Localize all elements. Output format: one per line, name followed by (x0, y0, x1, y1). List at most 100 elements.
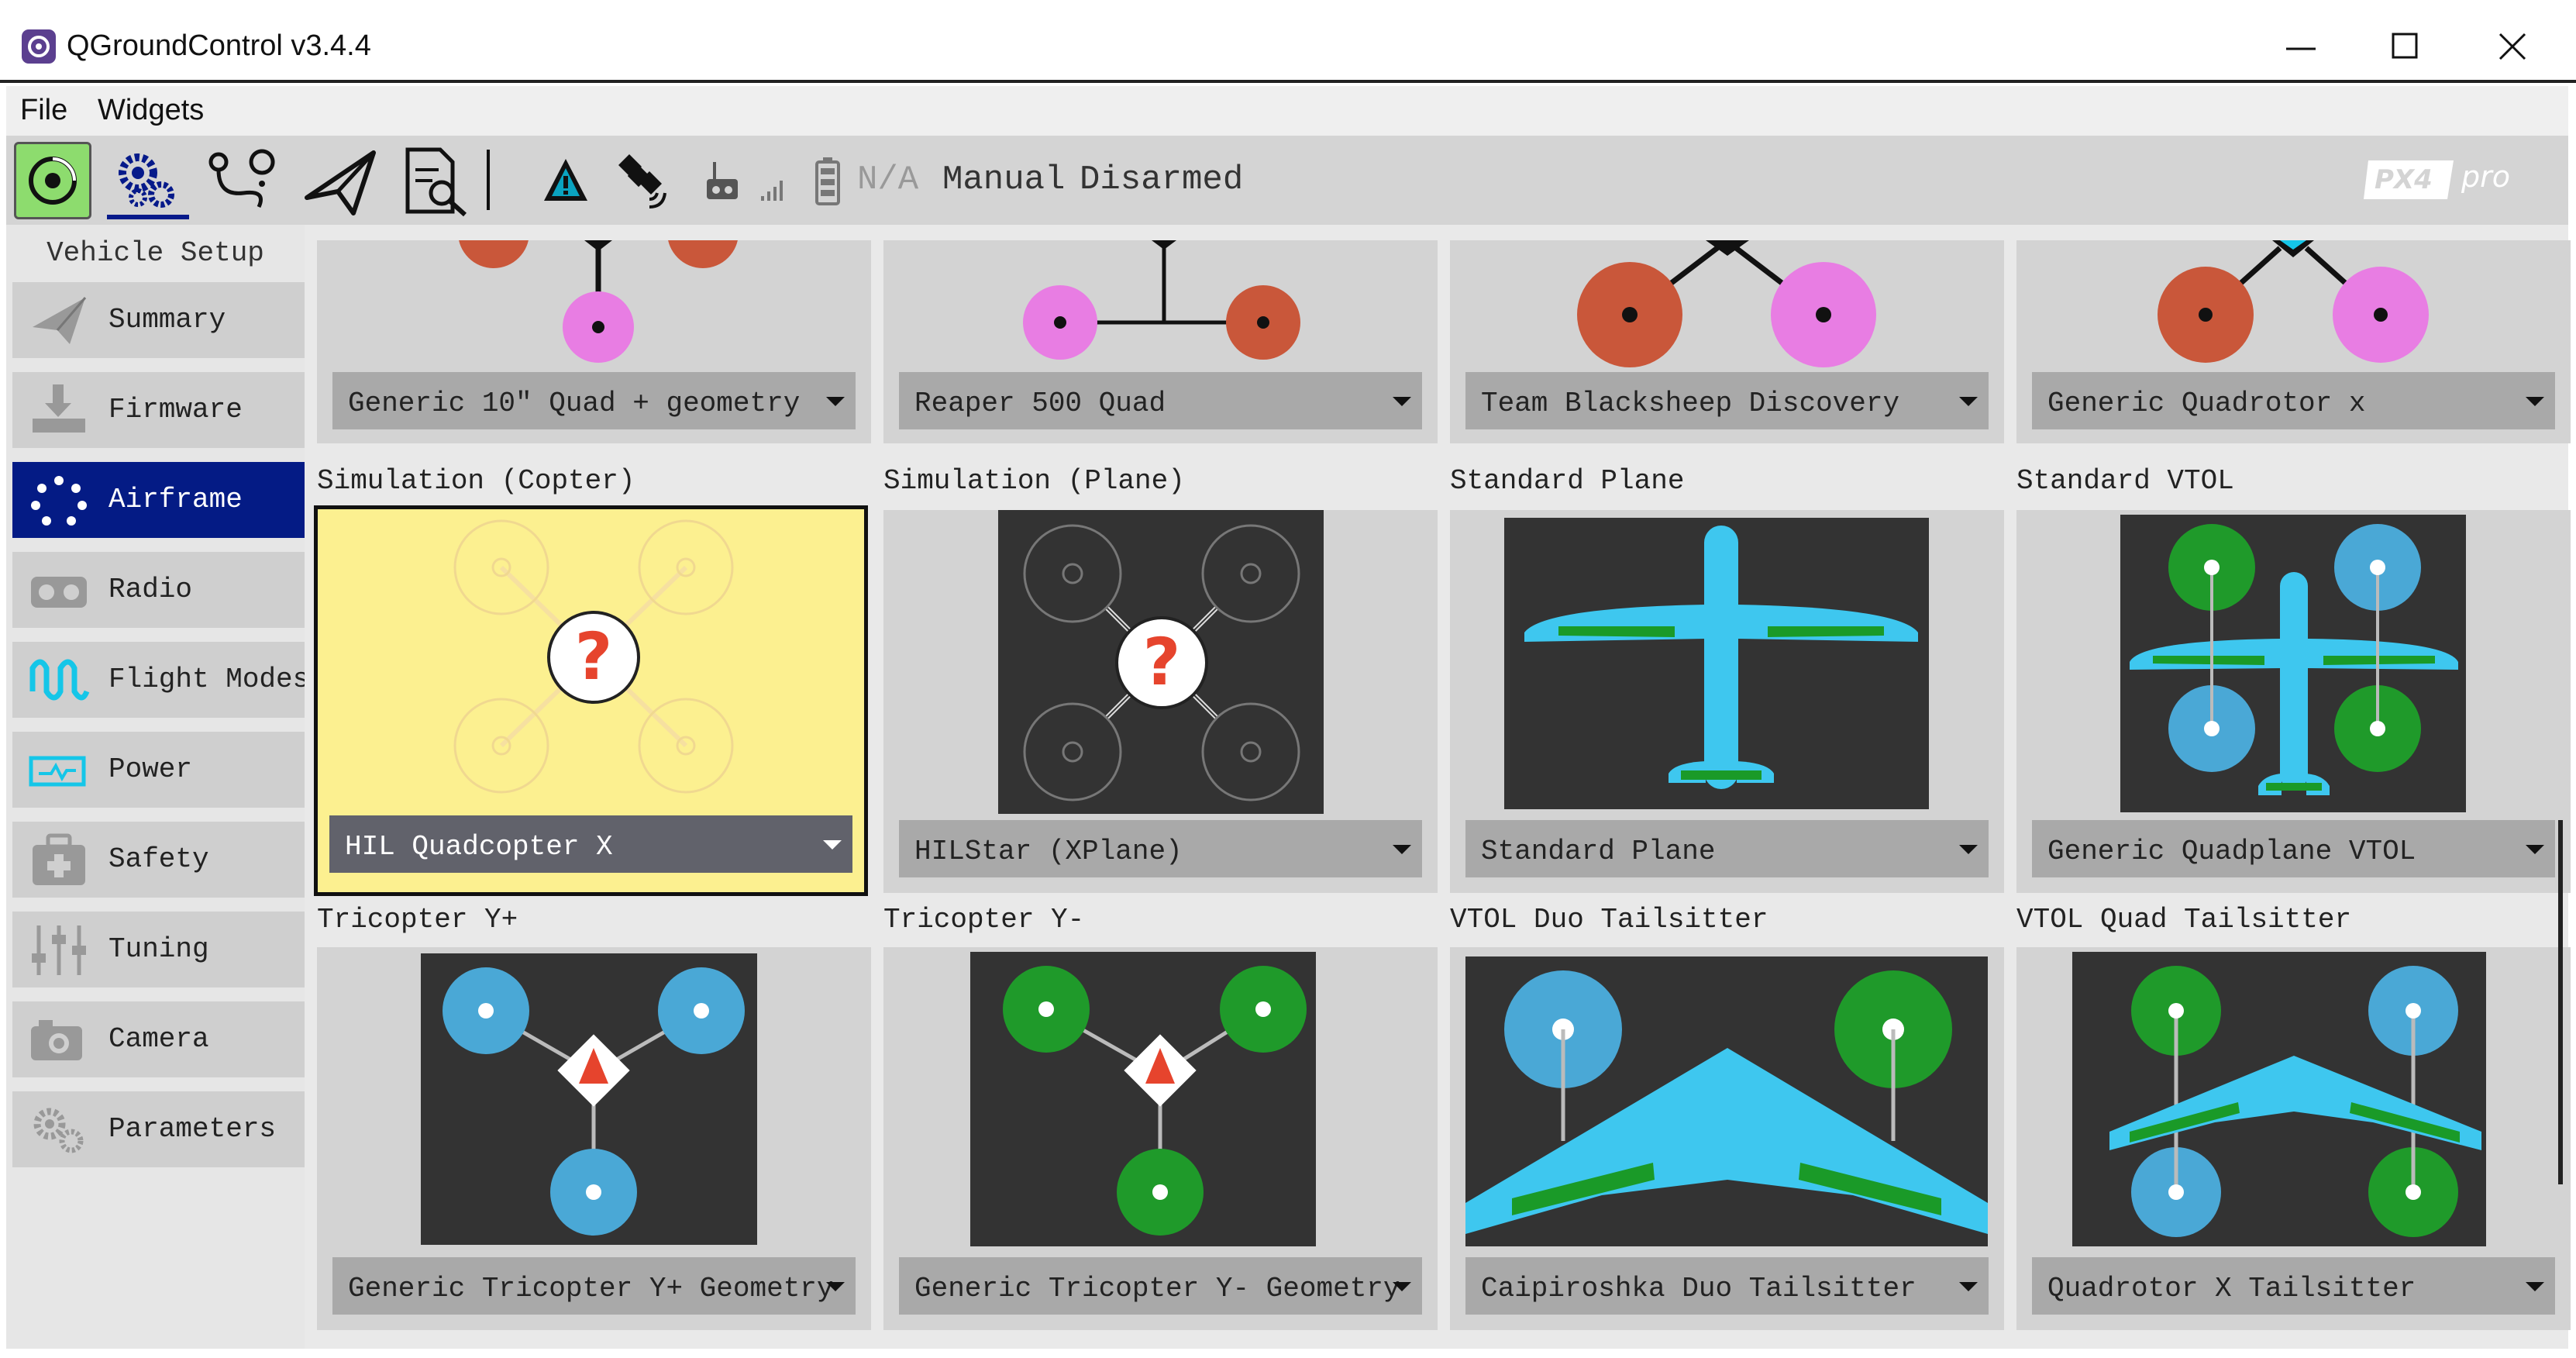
chevron-down-icon (1393, 1282, 1411, 1291)
sidebar-item-firmware[interactable]: Firmware (12, 372, 307, 448)
chevron-down-icon (2526, 397, 2544, 406)
airframe-card-hilstar[interactable]: ? HILStar (XPlane) (883, 510, 1438, 893)
airframe-card-hil-quadcopter[interactable]: ? HIL Quadcopter X (314, 505, 868, 896)
tricopter-y-plus-diagram (421, 953, 757, 1245)
sidebar-item-label: Safety (108, 843, 209, 875)
fly-view-button[interactable] (299, 142, 384, 219)
sidebar-item-label: Camera (108, 1023, 209, 1055)
chevron-down-icon (1959, 845, 1978, 854)
sidebar-item-flight-modes[interactable]: Flight Modes (12, 642, 310, 718)
chevron-down-icon (1393, 845, 1411, 854)
vehicle-setup-button[interactable] (105, 142, 191, 219)
airframe-card-quadplane-vtol[interactable]: Generic Quadplane VTOL (2016, 510, 2571, 893)
airframe-card-generic-quad-x[interactable]: Generic Quadrotor x (2016, 240, 2571, 443)
airframe-group-title: Tricopter Y- (883, 904, 1085, 936)
qgc-logo-button[interactable] (14, 142, 91, 219)
airframe-select[interactable]: Generic Tricopter Y- Geometry (899, 1257, 1422, 1315)
airframe-select-value: Generic 10" Quad + geometry (348, 388, 801, 419)
airframe-select[interactable]: Reaper 500 Quad (899, 372, 1422, 429)
sliders-icon (32, 925, 86, 975)
sidebar-item-safety[interactable]: Safety (12, 822, 307, 898)
vehicle-setup-sidebar: Vehicle Setup Summary Firmware Airframe … (6, 225, 310, 1349)
airframe-select[interactable]: Team Blacksheep Discovery (1465, 372, 1989, 429)
sidebar-item-label: Power (108, 753, 193, 785)
gears-icon (107, 153, 189, 219)
vertical-scrollbar[interactable] (2558, 820, 2563, 1184)
radio-icon (31, 577, 87, 608)
app-logo-icon (22, 29, 56, 64)
airframe-select[interactable]: Standard Plane (1465, 820, 1989, 877)
airframe-select[interactable]: HIL Quadcopter X (329, 815, 852, 873)
chevron-down-icon (826, 397, 845, 406)
svg-text:PX4: PX4 (2375, 164, 2433, 195)
quad-tailsitter-diagram (2072, 952, 2486, 1246)
sidebar-item-parameters[interactable]: Parameters (12, 1091, 307, 1167)
unknown-quad-dark-diagram: ? (998, 510, 1324, 814)
battery-icon (812, 142, 843, 219)
camera-icon (31, 1020, 82, 1060)
sidebar-item-label: Firmware (108, 394, 243, 426)
quad-plus-diagram (459, 240, 738, 363)
airframe-group-title: VTOL Duo Tailsitter (1450, 904, 1768, 936)
airframe-select[interactable]: Generic 10" Quad + geometry (332, 372, 856, 429)
title-bar: QGroundControl v3.4.4 (0, 0, 2576, 83)
airframe-select[interactable]: Caipiroshka Duo Tailsitter (1465, 1257, 1989, 1315)
airframe-select[interactable]: Generic Tricopter Y+ Geometry (332, 1257, 856, 1315)
paper-plane-icon (33, 297, 87, 344)
quadplane-vtol-diagram (2120, 515, 2466, 812)
close-button[interactable] (2483, 23, 2545, 70)
airframe-select-value: Reaper 500 Quad (914, 388, 1166, 419)
menu-file[interactable]: File (20, 94, 67, 127)
plan-view-button[interactable] (200, 142, 285, 219)
standard-plane-diagram (1504, 518, 1929, 809)
airframe-select[interactable]: HILStar (XPlane) (899, 820, 1422, 877)
download-icon (33, 384, 85, 433)
sidebar-item-radio[interactable]: Radio (12, 552, 307, 628)
sidebar-item-tuning[interactable]: Tuning (12, 912, 307, 987)
minimize-button[interactable] (2271, 23, 2333, 70)
airframe-select-value: Standard Plane (1481, 836, 1716, 867)
sidebar-item-summary[interactable]: Summary (12, 282, 307, 358)
airframe-select[interactable]: Quadrotor X Tailsitter (2032, 1257, 2555, 1315)
airframe-select-value: Quadrotor X Tailsitter (2047, 1273, 2416, 1305)
airframe-card-generic-10-quad[interactable]: Generic 10" Quad + geometry (317, 240, 871, 443)
analyze-icon (405, 147, 467, 217)
quad-h-diagram (1023, 240, 1300, 360)
analyze-button[interactable] (394, 142, 479, 219)
sidebar-item-camera[interactable]: Camera (12, 1001, 307, 1077)
wave-icon (29, 659, 90, 701)
airframe-group-title: Simulation (Copter) (317, 465, 635, 497)
airframe-select[interactable]: Generic Quadrotor x (2032, 372, 2555, 429)
airframe-select[interactable]: Generic Quadplane VTOL (2032, 820, 2555, 877)
sidebar-item-label: Tuning (108, 933, 209, 965)
airframe-card-quad-tailsitter[interactable]: Quadrotor X Tailsitter (2016, 947, 2571, 1330)
window-title: QGroundControl v3.4.4 (67, 29, 371, 62)
maximize-button[interactable] (2376, 23, 2438, 70)
airframe-card-reaper-500[interactable]: Reaper 500 Quad (883, 240, 1438, 443)
sidebar-item-power[interactable]: Power (12, 732, 307, 808)
airframe-card-tricopter-y-plus[interactable]: Generic Tricopter Y+ Geometry (317, 947, 871, 1330)
sidebar-item-label: Radio (108, 574, 193, 605)
svg-text:?: ? (575, 619, 613, 695)
arm-state[interactable]: Disarmed (1080, 160, 1243, 199)
airframe-card-duo-tailsitter[interactable]: Caipiroshka Duo Tailsitter (1450, 947, 2004, 1330)
flight-mode[interactable]: Manual (942, 160, 1065, 199)
airframe-group-title: Tricopter Y+ (317, 904, 518, 936)
chevron-down-icon (2526, 845, 2544, 854)
unknown-quad-diagram: ? (453, 519, 734, 794)
airframe-select-value: Generic Quadrotor x (2047, 388, 2366, 419)
sidebar-item-label: Summary (108, 304, 226, 336)
px4-pro-logo: PX4 pro (2362, 154, 2556, 209)
menu-widgets[interactable]: Widgets (98, 94, 204, 127)
toolbar: N/A Manual Disarmed PX4 pro (6, 136, 2568, 225)
sidebar-item-airframe[interactable]: Airframe (12, 462, 307, 538)
chevron-down-icon (823, 840, 842, 850)
airframe-card-tricopter-y-minus[interactable]: Generic Tricopter Y- Geometry (883, 947, 1438, 1330)
airframe-card-tbs-discovery[interactable]: Team Blacksheep Discovery (1450, 240, 2004, 443)
airframe-card-standard-plane[interactable]: Standard Plane (1450, 510, 2004, 893)
quad-wide-diagram (1577, 240, 1876, 367)
airframe-grid: Generic 10" Quad + geometry Reaper 500 Q… (305, 225, 2571, 1349)
gps-satellite-icon[interactable] (603, 142, 688, 219)
sidebar-item-label: Flight Modes (108, 663, 310, 695)
chevron-down-icon (2526, 1282, 2544, 1291)
